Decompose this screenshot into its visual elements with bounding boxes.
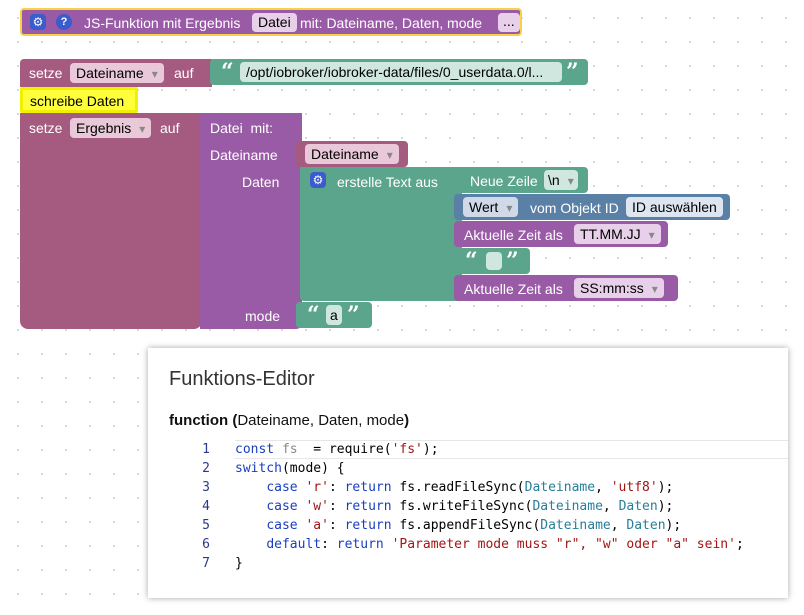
gear-icon[interactable]: ⚙ bbox=[30, 14, 46, 30]
current-time-label: Aktuelle Zeit als bbox=[464, 227, 563, 243]
function-signature: function (Dateiname, Daten, mode) bbox=[169, 412, 410, 429]
code-line[interactable]: 3 case 'r': return fs.readFileSync(Datei… bbox=[168, 478, 788, 497]
function-editor-panel: Funktions-Editor function (Dateiname, Da… bbox=[148, 348, 788, 598]
newline-block[interactable]: Neue Zeile \n bbox=[458, 167, 588, 193]
date-format-dropdown[interactable]: TT.MM.JJ bbox=[574, 224, 661, 244]
code-line[interactable]: 1 const fs = require('fs'); bbox=[168, 440, 788, 459]
wert-dropdown[interactable]: Wert bbox=[463, 197, 519, 217]
line-number: 1 bbox=[202, 442, 210, 457]
current-time-block-time[interactable]: Aktuelle Zeit als SS:mm:ss bbox=[454, 275, 678, 301]
mode-text-field[interactable]: a bbox=[326, 305, 342, 325]
param-label-mode: mode bbox=[245, 308, 281, 324]
function-definition-block[interactable]: ⚙ ? JS-Funktion mit Ergebnis Datei mit: … bbox=[20, 8, 522, 36]
variable-dropdown-dateiname-get[interactable]: Dateiname bbox=[305, 144, 399, 164]
code-line[interactable]: 4 case 'w': return fs.writeFileSync(Date… bbox=[168, 497, 788, 516]
function-keyword: function bbox=[169, 412, 229, 429]
line-number: 2 bbox=[202, 461, 210, 476]
editor-title: Funktions-Editor bbox=[169, 368, 315, 390]
more-params-button[interactable]: ... bbox=[498, 13, 520, 32]
line-number: 5 bbox=[202, 518, 210, 533]
call-title: Datei mit: bbox=[210, 120, 274, 136]
code-text: default: return 'Parameter mode muss "r"… bbox=[266, 537, 744, 552]
function-name-field[interactable]: Datei bbox=[252, 13, 297, 32]
line-number: 7 bbox=[202, 556, 210, 571]
filepath-text-field[interactable]: /opt/iobroker/iobroker-data/files/0_user… bbox=[240, 62, 562, 82]
param-label-daten: Daten bbox=[242, 174, 280, 190]
comment-label[interactable]: schreibe Daten bbox=[20, 87, 138, 113]
close-quote-icon: ” bbox=[506, 248, 519, 274]
code-text: case 'r': return fs.readFileSync(Dateina… bbox=[266, 480, 674, 495]
code-editor[interactable]: 1 const fs = require('fs'); 2 switch(mode) … bbox=[168, 440, 788, 573]
help-icon[interactable]: ? bbox=[56, 14, 72, 30]
line-number: 3 bbox=[202, 480, 210, 495]
close-quote-icon: ” bbox=[566, 59, 579, 85]
open-quote-icon: “ bbox=[221, 59, 234, 85]
vom-objekt-label: vom Objekt ID bbox=[530, 200, 619, 216]
text-join-label: erstelle Text aus bbox=[337, 174, 438, 190]
current-time-label: Aktuelle Zeit als bbox=[464, 281, 563, 297]
code-text: case 'w': return fs.writeFileSync(Datein… bbox=[266, 499, 674, 514]
code-line[interactable]: 6 default: return 'Parameter mode muss "… bbox=[168, 535, 788, 554]
current-time-block-date[interactable]: Aktuelle Zeit als TT.MM.JJ bbox=[454, 221, 668, 247]
variable-dropdown-ergebnis[interactable]: Ergebnis bbox=[70, 118, 152, 138]
time-format-dropdown[interactable]: SS:mm:ss bbox=[574, 278, 664, 298]
newline-dropdown[interactable]: \n bbox=[544, 170, 578, 190]
id-select-button[interactable]: ID auswählen bbox=[626, 197, 723, 217]
function-title: JS-Funktion mit Ergebnis bbox=[84, 15, 241, 31]
function-params-label: mit: Dateiname, Daten, mode bbox=[300, 15, 483, 31]
set-keyword: setze bbox=[29, 120, 63, 136]
auf-keyword: auf bbox=[174, 65, 194, 81]
function-params: Dateiname, Daten, mode bbox=[237, 412, 405, 429]
code-text: const fs = require('fs'); bbox=[235, 442, 439, 457]
auf-keyword: auf bbox=[160, 120, 180, 136]
open-quote-icon: “ bbox=[465, 248, 478, 274]
text-block-empty[interactable]: “ ” bbox=[454, 248, 530, 274]
set-variable-block-dateiname[interactable]: setze Dateiname auf bbox=[20, 59, 212, 87]
variable-dropdown-dateiname[interactable]: Dateiname bbox=[70, 63, 164, 83]
set-keyword: setze bbox=[29, 65, 63, 81]
code-text: switch(mode) { bbox=[235, 461, 345, 476]
empty-text-field[interactable] bbox=[486, 252, 502, 270]
variable-getter-dateiname[interactable]: Dateiname bbox=[296, 141, 408, 167]
line-number: 4 bbox=[202, 499, 210, 514]
open-quote-icon: “ bbox=[307, 302, 320, 328]
text-block-mode[interactable]: “ a ” bbox=[296, 302, 372, 328]
code-line[interactable]: 2 switch(mode) { bbox=[168, 459, 788, 478]
comment-text: schreibe Daten bbox=[30, 93, 125, 109]
set-variable-block-ergebnis[interactable]: setze Ergebnis auf bbox=[20, 113, 202, 329]
newline-label: Neue Zeile bbox=[470, 173, 538, 189]
param-label-dateiname: Dateiname bbox=[210, 147, 278, 163]
gear-icon[interactable]: ⚙ bbox=[310, 172, 326, 188]
code-text: } bbox=[235, 556, 243, 571]
line-number: 6 bbox=[202, 537, 210, 552]
object-value-block[interactable]: Wert vom Objekt ID ID auswählen bbox=[454, 194, 730, 220]
text-join-block[interactable]: ⚙ erstelle Text aus bbox=[300, 167, 462, 301]
code-text: case 'a': return fs.appendFileSync(Datei… bbox=[266, 518, 682, 533]
code-line[interactable]: 7} bbox=[168, 554, 788, 573]
close-quote-icon: ” bbox=[347, 302, 360, 328]
text-block-filepath[interactable]: “ /opt/iobroker/iobroker-data/files/0_us… bbox=[210, 59, 588, 85]
procedure-call-block[interactable]: Datei mit: Dateiname Daten mode bbox=[200, 113, 302, 329]
code-line[interactable]: 5 case 'a': return fs.appendFileSync(Dat… bbox=[168, 516, 788, 535]
